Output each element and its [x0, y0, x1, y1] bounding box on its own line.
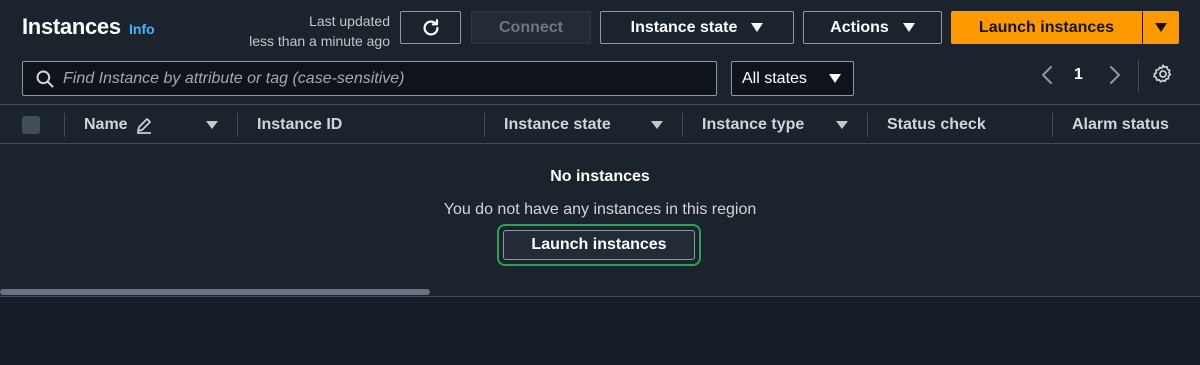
- column-header-instance-type[interactable]: Instance type: [702, 105, 804, 145]
- search-input[interactable]: [63, 69, 716, 88]
- page-background: [0, 298, 1200, 365]
- pencil-icon: [136, 118, 151, 134]
- last-updated-text: Last updated less than a minute ago: [190, 11, 390, 51]
- column-divider: [237, 113, 238, 137]
- caret-down-icon: [751, 23, 764, 32]
- search-box: [22, 61, 717, 96]
- column-divider: [867, 113, 868, 137]
- column-header-label: Instance state: [504, 116, 611, 133]
- column-divider: [682, 113, 683, 137]
- chevron-right-icon[interactable]: [1106, 64, 1124, 86]
- search-icon: [36, 70, 54, 87]
- toolbar-divider: [1138, 60, 1139, 92]
- chevron-left-icon[interactable]: [1038, 64, 1056, 86]
- instance-state-label: Instance state: [630, 18, 738, 36]
- caret-down-icon: [1154, 23, 1167, 32]
- horizontal-scrollbar-thumb[interactable]: [0, 289, 430, 295]
- launch-options-dropdown[interactable]: [1142, 11, 1179, 44]
- info-link[interactable]: Info: [129, 21, 155, 37]
- column-header-status-check[interactable]: Status check: [887, 105, 986, 145]
- sort-caret-icon[interactable]: [206, 121, 218, 129]
- actions-dropdown[interactable]: Actions: [803, 11, 942, 44]
- gear-icon[interactable]: [1152, 63, 1174, 85]
- empty-state-title: No instances: [550, 168, 650, 185]
- instances-panel: Instances Info Last updated less than a …: [0, 0, 1200, 297]
- sort-caret-icon[interactable]: [651, 121, 663, 129]
- refresh-button[interactable]: [400, 11, 461, 44]
- select-all-checkbox[interactable]: [22, 116, 40, 134]
- column-header-instance-id[interactable]: Instance ID: [257, 105, 342, 145]
- column-header-name[interactable]: Name: [84, 105, 154, 145]
- sort-caret-icon[interactable]: [836, 121, 848, 129]
- state-filter-select[interactable]: All states: [731, 61, 854, 96]
- column-header-label: Instance ID: [257, 116, 343, 133]
- state-filter-value: All states: [742, 69, 807, 87]
- column-header-alarm-status[interactable]: Alarm status: [1072, 105, 1169, 145]
- instance-state-dropdown[interactable]: Instance state: [600, 11, 794, 44]
- page-title: Instances: [22, 14, 121, 39]
- refresh-icon: [423, 18, 439, 36]
- last-updated-value: less than a minute ago: [249, 33, 390, 49]
- column-header-label: Name: [84, 116, 128, 133]
- launch-instances-button[interactable]: Launch instances: [951, 11, 1142, 44]
- focus-ring: Launch instances: [497, 224, 701, 266]
- last-updated-label: Last updated: [309, 13, 390, 29]
- column-header-label: Instance type: [702, 116, 805, 133]
- column-divider: [484, 113, 485, 137]
- column-divider: [1052, 113, 1053, 137]
- empty-state-message: You do not have any instances in this re…: [443, 201, 757, 218]
- column-header-label: Alarm status: [1072, 116, 1169, 133]
- actions-label: Actions: [830, 18, 889, 36]
- caret-down-icon: [902, 23, 915, 32]
- column-header-instance-state[interactable]: Instance state: [504, 105, 611, 145]
- column-header-label: Status check: [887, 116, 986, 133]
- column-divider: [64, 113, 65, 137]
- table-header: Name Instance ID Instance state Instance…: [0, 104, 1200, 144]
- empty-launch-instances-button[interactable]: Launch instances: [503, 230, 695, 260]
- current-page-number[interactable]: 1: [1074, 66, 1083, 84]
- connect-button[interactable]: Connect: [471, 11, 591, 44]
- caret-down-icon: [829, 74, 841, 83]
